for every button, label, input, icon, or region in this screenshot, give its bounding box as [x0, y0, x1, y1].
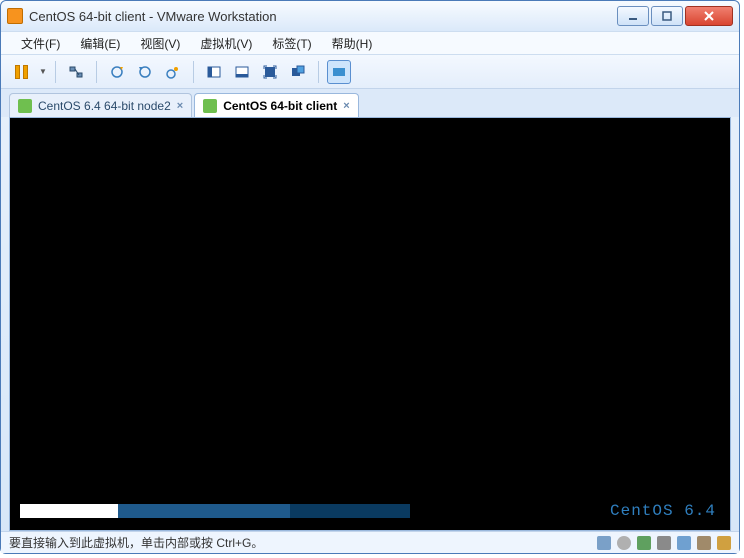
fullscreen-icon	[262, 64, 278, 80]
message-icon[interactable]	[717, 536, 731, 550]
tab-close-button[interactable]: ×	[343, 100, 349, 112]
app-icon	[7, 8, 23, 24]
snapshot-button[interactable]	[105, 60, 129, 84]
network-adapter-button[interactable]	[64, 60, 88, 84]
progress-segment	[20, 504, 118, 518]
boot-progress-bar	[20, 504, 410, 518]
vm-icon	[18, 99, 32, 113]
window-controls	[617, 6, 733, 26]
close-icon	[704, 11, 714, 21]
status-hint: 要直接输入到此虚拟机，单击内部或按 Ctrl+G。	[9, 534, 263, 551]
statusbar: 要直接输入到此虚拟机，单击内部或按 Ctrl+G。	[1, 531, 739, 553]
vm-icon	[203, 99, 217, 113]
application-window: CentOS 64-bit client - VMware Workstatio…	[0, 0, 740, 554]
tab-close-button[interactable]: ×	[177, 100, 183, 112]
toolbar-separator	[96, 61, 97, 83]
menubar: 文件(F) 编辑(E) 视图(V) 虚拟机(V) 标签(T) 帮助(H)	[1, 31, 739, 55]
menu-edit[interactable]: 编辑(E)	[70, 33, 130, 54]
guest-display[interactable]: CentOS 6.4	[9, 117, 731, 531]
progress-segment	[118, 504, 290, 518]
snapshot-manager-icon	[165, 64, 181, 80]
window-title: CentOS 64-bit client - VMware Workstatio…	[29, 9, 617, 24]
revert-button[interactable]	[133, 60, 157, 84]
harddisk-icon[interactable]	[597, 536, 611, 550]
toolbar-separator	[318, 61, 319, 83]
tab-label: CentOS 6.4 64-bit node2	[38, 99, 171, 113]
sound-icon[interactable]	[677, 536, 691, 550]
pause-icon	[15, 65, 28, 79]
toolbar: ▼	[1, 55, 739, 89]
toolbar-separator	[193, 61, 194, 83]
unity-button[interactable]	[286, 60, 310, 84]
printer-icon[interactable]	[697, 536, 711, 550]
show-console-button[interactable]	[202, 60, 226, 84]
toolbar-separator	[55, 61, 56, 83]
close-button[interactable]	[685, 6, 733, 26]
menu-file[interactable]: 文件(F)	[11, 33, 70, 54]
network-icon	[68, 64, 84, 80]
stretch-icon	[331, 64, 347, 80]
pause-button[interactable]	[9, 60, 33, 84]
vm-tab-active[interactable]: CentOS 64-bit client ×	[194, 93, 358, 117]
usb-icon[interactable]	[657, 536, 671, 550]
titlebar: CentOS 64-bit client - VMware Workstatio…	[1, 1, 739, 31]
vm-tab-inactive[interactable]: CentOS 6.4 64-bit node2 ×	[9, 93, 192, 117]
menu-tags[interactable]: 标签(T)	[262, 33, 321, 54]
tab-label: CentOS 64-bit client	[223, 99, 337, 113]
status-icons	[597, 536, 731, 550]
revert-icon	[137, 64, 153, 80]
cdrom-icon[interactable]	[617, 536, 631, 550]
view-icon	[234, 64, 250, 80]
maximize-button[interactable]	[651, 6, 683, 26]
minimize-button[interactable]	[617, 6, 649, 26]
vm-tab-bar: CentOS 6.4 64-bit node2 × CentOS 64-bit …	[1, 89, 739, 117]
switch-view-button[interactable]	[230, 60, 254, 84]
menu-view[interactable]: 视图(V)	[130, 33, 190, 54]
os-name-label: CentOS 6.4	[610, 502, 716, 520]
unity-icon	[290, 64, 306, 80]
chevron-down-icon[interactable]: ▼	[39, 67, 47, 76]
maximize-icon	[662, 11, 672, 21]
progress-segment	[290, 504, 410, 518]
network-status-icon[interactable]	[637, 536, 651, 550]
stretch-guest-button[interactable]	[327, 60, 351, 84]
console-icon	[206, 64, 222, 80]
menu-vm[interactable]: 虚拟机(V)	[190, 33, 262, 54]
menu-help[interactable]: 帮助(H)	[322, 33, 383, 54]
fullscreen-button[interactable]	[258, 60, 282, 84]
minimize-icon	[628, 11, 638, 21]
snapshot-icon	[109, 64, 125, 80]
snapshot-manager-button[interactable]	[161, 60, 185, 84]
